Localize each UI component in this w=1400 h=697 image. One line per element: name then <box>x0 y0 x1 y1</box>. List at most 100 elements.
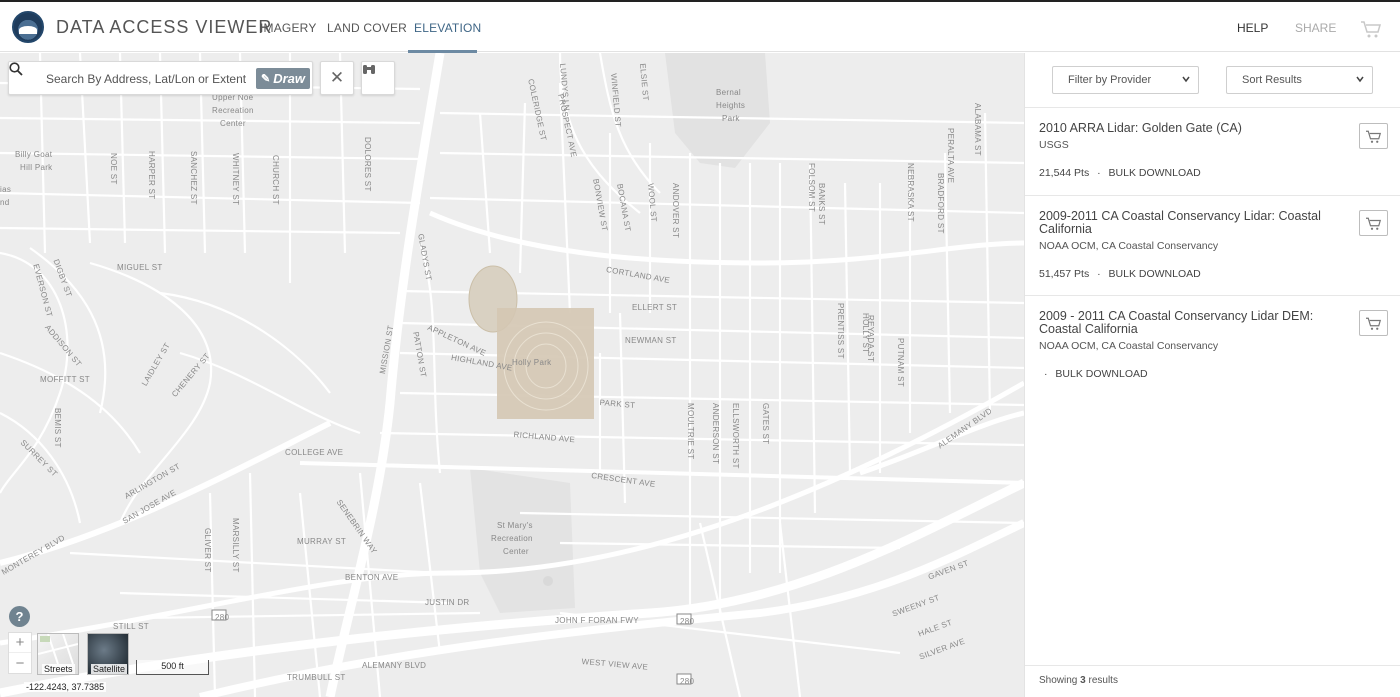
street-label: 280 <box>680 677 695 686</box>
street-label: STILL ST <box>113 622 149 631</box>
results-count: Showing 3 results <box>1039 675 1118 686</box>
street-label: 280 <box>215 613 230 622</box>
bulk-download-link[interactable]: BULK DOWNLOAD <box>1109 167 1201 179</box>
street-label: ias <box>0 185 12 194</box>
street-label: Billy Goat <box>15 150 53 159</box>
result-provider: NOAA OCM, CA Coastal Conservancy <box>1039 240 1219 252</box>
cart-icon[interactable] <box>1360 19 1382 39</box>
street-label: JUSTIN DR <box>425 598 470 607</box>
result-item[interactable]: 2010 ARRA Lidar: Golden Gate (CA) USGS <box>1039 122 1359 152</box>
result-meta: · BULK DOWNLOAD <box>1044 368 1148 380</box>
identify-button[interactable] <box>361 61 395 95</box>
street-label: ELLSWORTH ST <box>731 403 740 469</box>
streets-thumb-art <box>38 634 78 664</box>
bernal-heights-park <box>665 53 770 168</box>
street-label: PERALTA AVE <box>946 128 955 184</box>
bulk-download-link[interactable]: BULK DOWNLOAD <box>1109 268 1201 280</box>
cursor-coordinates: -122.4243, 37.7385 <box>24 682 107 692</box>
chevron-down-icon <box>1356 76 1364 83</box>
map-help-button[interactable]: ? <box>9 606 30 627</box>
map-view[interactable]: DAY STUpper NoeRecreationCenterBilly Goa… <box>0 53 1024 697</box>
street-label: nd <box>0 198 10 207</box>
street-label: SANCHEZ ST <box>189 151 198 205</box>
noaa-logo[interactable] <box>12 11 44 43</box>
street-label: JOHN F FORAN FWY <box>555 616 639 625</box>
street-label: NOE ST <box>109 153 118 185</box>
cart-icon <box>1366 130 1382 143</box>
street-label: Center <box>503 547 529 556</box>
streets-basemap-label[interactable]: Streets <box>42 664 75 674</box>
divider <box>1025 665 1400 666</box>
chevron-down-icon <box>1182 76 1190 83</box>
street-label: MURRAY ST <box>297 537 347 546</box>
street-label: CHURCH ST <box>271 155 280 205</box>
add-to-cart-button[interactable] <box>1359 123 1388 149</box>
showing-prefix: Showing <box>1039 675 1078 686</box>
sort-label: Sort Results <box>1242 74 1302 86</box>
app-header: DATA ACCESS VIEWER IMAGERY LAND COVER EL… <box>0 0 1400 53</box>
street-label: NEWMAN ST <box>625 336 677 345</box>
street-label: Recreation <box>212 106 254 115</box>
street-label: ELLERT ST <box>632 303 678 312</box>
scale-bar: 500 ft <box>136 660 209 675</box>
street-label: PUTNAM ST <box>896 338 905 387</box>
street-label: ANDERSON ST <box>711 403 720 465</box>
street-label: Park <box>722 114 740 123</box>
street-label: Hill Park <box>20 163 53 172</box>
street-label: MARSILLY ST <box>231 518 240 573</box>
street-label: MOULTRIE ST <box>686 403 695 460</box>
draw-label: Draw <box>273 71 305 86</box>
bulk-download-link[interactable]: BULK DOWNLOAD <box>1055 368 1147 380</box>
showing-count: 3 <box>1080 675 1086 686</box>
street-label: BANKS ST <box>817 183 826 225</box>
share-link[interactable]: SHARE <box>1295 21 1336 35</box>
draw-button[interactable]: ✎ Draw <box>256 68 310 89</box>
search-input[interactable] <box>46 70 251 88</box>
street-label: WHITNEY ST <box>231 153 240 206</box>
street-label: ALABAMA ST <box>973 103 982 156</box>
result-provider: NOAA OCM, CA Coastal Conservancy <box>1039 340 1219 352</box>
filter-by-provider-select[interactable]: Filter by Provider <box>1052 66 1199 94</box>
result-title[interactable]: 2009 - 2011 CA Coastal Conservancy Lidar… <box>1039 310 1359 336</box>
add-to-cart-button[interactable] <box>1359 310 1388 336</box>
street-label: Holly Park <box>512 358 552 367</box>
street-label: FOLSOM ST <box>807 163 816 212</box>
close-icon: ✕ <box>329 68 345 87</box>
results-panel: Filter by Provider Sort Results 2010 ARR… <box>1024 53 1400 697</box>
zoom-in-button[interactable]: + <box>9 633 31 653</box>
app-title[interactable]: DATA ACCESS VIEWER <box>56 17 272 38</box>
result-item[interactable]: 2009 - 2011 CA Coastal Conservancy Lidar… <box>1039 310 1359 353</box>
tab-land-cover[interactable]: LAND COVER <box>327 21 407 35</box>
street-label: Recreation <box>491 534 533 543</box>
street-label: 280 <box>680 617 695 626</box>
satellite-basemap-label[interactable]: Satellite <box>91 664 128 674</box>
street-label: ANDOVER ST <box>671 183 680 239</box>
street-label: COLLEGE AVE <box>285 448 344 457</box>
street-label: MIGUEL ST <box>117 263 163 272</box>
tab-imagery[interactable]: IMAGERY <box>260 21 317 35</box>
divider <box>1025 107 1400 108</box>
help-link[interactable]: HELP <box>1237 21 1268 35</box>
search-icon[interactable] <box>9 62 23 76</box>
zoom-control: + − <box>8 632 32 674</box>
street-label: REYADA ST <box>866 315 875 363</box>
result-title[interactable]: 2009-2011 CA Coastal Conservancy Lidar: … <box>1039 210 1359 236</box>
tab-elevation[interactable]: ELEVATION <box>414 21 481 35</box>
street-label: MOFFITT ST <box>40 375 90 384</box>
street-label: GLIVER ST <box>203 528 212 573</box>
showing-suffix: results <box>1088 675 1118 686</box>
zoom-out-button[interactable]: − <box>9 653 31 673</box>
clear-search-button[interactable]: ✕ <box>320 61 354 95</box>
add-to-cart-button[interactable] <box>1359 210 1388 236</box>
result-item[interactable]: 2009-2011 CA Coastal Conservancy Lidar: … <box>1039 210 1359 253</box>
street-label: NEBRASKA ST <box>906 163 915 222</box>
street-label: PRENTISS ST <box>836 303 845 359</box>
street-label: St Mary's <box>497 521 533 530</box>
filter-label: Filter by Provider <box>1068 74 1152 86</box>
street-label: BEMIS ST <box>53 408 62 448</box>
street-label: DOLORES ST <box>363 137 372 192</box>
sort-results-select[interactable]: Sort Results <box>1226 66 1373 94</box>
result-title[interactable]: 2010 ARRA Lidar: Golden Gate (CA) <box>1039 122 1359 135</box>
street-label: HARPER ST <box>147 151 156 200</box>
binoculars-icon <box>363 65 375 74</box>
